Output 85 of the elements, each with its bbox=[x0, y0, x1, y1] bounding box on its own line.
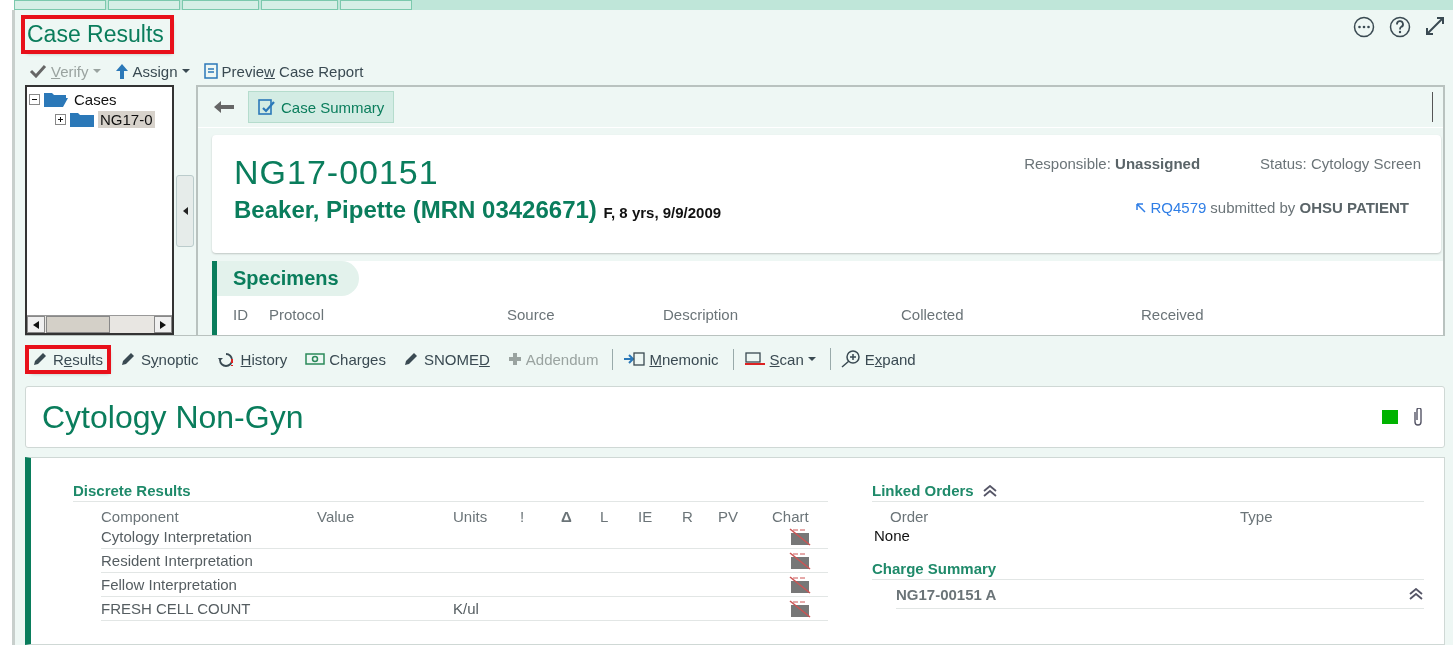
banknote-icon bbox=[305, 353, 326, 365]
toolbar-button[interactable]: Preview Case Report bbox=[199, 60, 368, 82]
check-icon bbox=[29, 64, 47, 78]
tree-item[interactable]: NG17-0 bbox=[98, 110, 155, 128]
case-summary-tab[interactable]: Case Summary bbox=[248, 91, 395, 123]
toolbar-button[interactable]: SNOMED bbox=[399, 348, 494, 370]
empty-message: None bbox=[874, 527, 911, 544]
no-chart-icon bbox=[789, 599, 811, 618]
arrow-up-icon bbox=[114, 63, 129, 79]
toolbar-button[interactable]: Synoptic bbox=[117, 348, 203, 370]
column-header: IE bbox=[638, 507, 654, 525]
folder-icon bbox=[69, 110, 95, 128]
no-chart-icon bbox=[789, 527, 811, 546]
pencil-icon bbox=[33, 352, 49, 366]
toolbar-button[interactable]: Assign bbox=[110, 60, 194, 82]
section-title: Linked Orders bbox=[872, 482, 974, 499]
back-arrow-icon[interactable] bbox=[214, 101, 234, 113]
column-header: Source bbox=[507, 306, 556, 323]
import-icon bbox=[623, 352, 646, 366]
charge-item: NG17-00151 A bbox=[896, 585, 997, 603]
link-arrow-icon bbox=[1136, 202, 1147, 213]
caret-left-icon bbox=[182, 207, 188, 215]
column-header: Type bbox=[1240, 507, 1274, 525]
document-icon bbox=[203, 63, 218, 79]
report-title: Cytology Non-Gyn bbox=[42, 398, 304, 436]
column-header: R bbox=[682, 507, 694, 525]
edit-document-icon bbox=[258, 98, 276, 116]
column-header: Δ bbox=[561, 507, 573, 525]
toolbar-button[interactable]: Results bbox=[29, 348, 108, 370]
patient-demographics: F, 8 yrs, 9/9/2009 bbox=[603, 204, 722, 221]
collapse-icon[interactable] bbox=[29, 93, 40, 105]
request-link[interactable]: RQ4579 bbox=[1150, 199, 1207, 216]
responsible-text: Responsible: Unassigned bbox=[1024, 155, 1201, 172]
column-header: Value bbox=[317, 507, 356, 525]
help-icon[interactable] bbox=[1389, 16, 1411, 38]
section-title: Charge Summary bbox=[872, 560, 997, 577]
zoom-in-icon bbox=[840, 350, 861, 368]
table-cell: Cytology Interpretation bbox=[101, 525, 317, 549]
collapse-icon[interactable] bbox=[1408, 588, 1424, 600]
table-cell: FRESH CELL COUNT bbox=[101, 597, 317, 621]
scroll-left-icon[interactable] bbox=[33, 320, 39, 329]
column-header: Received bbox=[1141, 306, 1205, 323]
caret-icon bbox=[92, 68, 101, 74]
caret-icon bbox=[181, 68, 190, 74]
case-number: NG17-00151 bbox=[234, 153, 440, 192]
no-chart-icon bbox=[789, 575, 811, 594]
open-folder-icon bbox=[43, 90, 69, 108]
toolbar-button[interactable]: Mnemonic bbox=[612, 348, 723, 370]
caret-icon bbox=[807, 356, 816, 362]
column-header: Component bbox=[101, 507, 180, 525]
toolbar-button[interactable]: Scan bbox=[732, 348, 820, 370]
column-header: L bbox=[600, 507, 610, 525]
table-cell: K/ul bbox=[453, 597, 520, 621]
section-title: Discrete Results bbox=[73, 482, 191, 499]
expand-icon[interactable] bbox=[55, 113, 66, 125]
toolbar-button[interactable]: Charges bbox=[301, 348, 390, 370]
pencil-icon bbox=[403, 352, 420, 366]
patient-name: Beaker, Pipette (MRN 03426671) bbox=[234, 196, 597, 223]
column-header: Protocol bbox=[269, 306, 326, 323]
section-title: Specimens bbox=[217, 261, 359, 296]
scroll-right-icon[interactable] bbox=[160, 320, 166, 329]
column-header: PV bbox=[718, 507, 739, 525]
no-chart-icon bbox=[789, 551, 811, 570]
paperclip-icon[interactable] bbox=[1412, 408, 1424, 426]
column-header: Units bbox=[453, 507, 489, 525]
plus-icon bbox=[507, 352, 522, 366]
table-cell: Fellow Interpretation bbox=[101, 573, 317, 597]
tree-item[interactable]: Cases bbox=[72, 90, 119, 108]
column-header: Collected bbox=[901, 306, 965, 323]
toolbar-button[interactable]: History bbox=[212, 348, 292, 370]
collapse-handle[interactable] bbox=[176, 175, 194, 247]
column-header: Description bbox=[663, 306, 740, 323]
status-text: Status: Cytology Screen bbox=[1260, 155, 1421, 172]
scanner-icon bbox=[743, 351, 766, 367]
submitted-by-text: submitted by OHSU PATIENT bbox=[1210, 199, 1409, 216]
expand-window-icon[interactable] bbox=[1425, 16, 1445, 36]
table-cell: Resident Interpretation bbox=[101, 549, 317, 573]
horizontal-scrollbar[interactable] bbox=[27, 315, 172, 333]
column-header: Chart bbox=[772, 507, 810, 525]
collapse-icon[interactable] bbox=[981, 484, 998, 497]
column-header: ! bbox=[520, 507, 526, 525]
toolbar-button[interactable]: Expand bbox=[829, 348, 920, 370]
column-header: ID bbox=[233, 306, 249, 323]
more-icon[interactable] bbox=[1353, 16, 1375, 38]
column-header: Order bbox=[890, 507, 930, 525]
